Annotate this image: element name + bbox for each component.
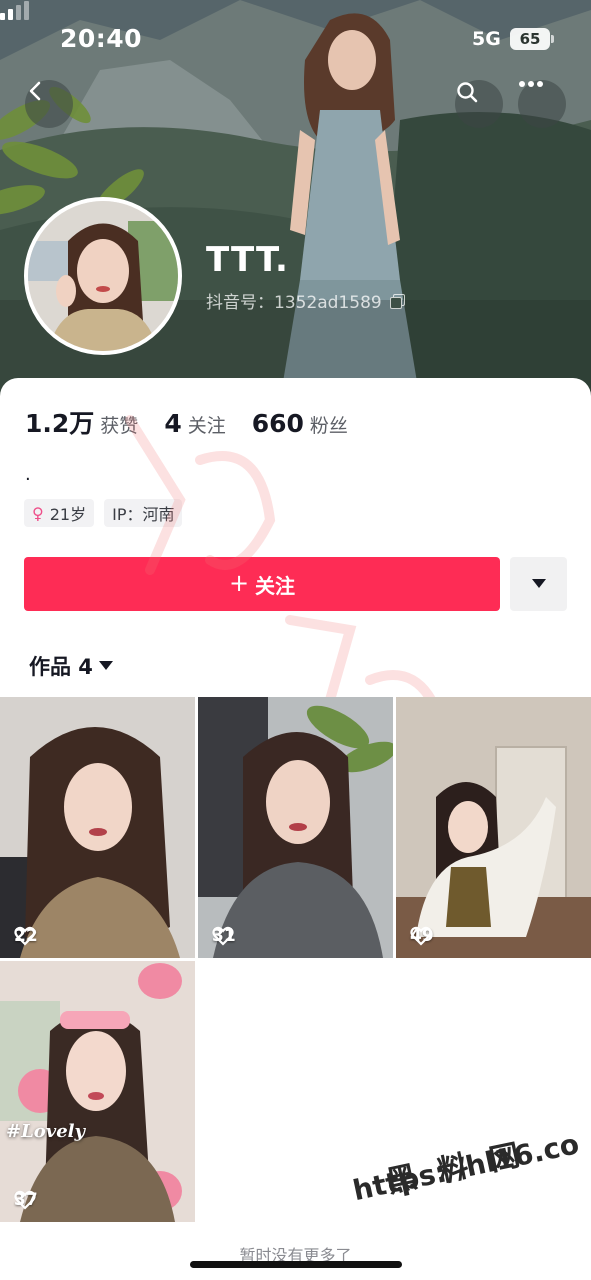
video-tile[interactable]: 49 bbox=[396, 697, 591, 958]
avatar[interactable] bbox=[24, 197, 182, 355]
signal-icon bbox=[0, 1, 29, 20]
battery-icon: 65 bbox=[510, 28, 550, 50]
back-button[interactable] bbox=[25, 80, 73, 128]
profile-stats: 1.2万 获赞 4 关注 660 粉丝 bbox=[25, 404, 374, 440]
status-time: 20:40 bbox=[60, 24, 143, 53]
stat-followers[interactable]: 660 粉丝 bbox=[252, 409, 348, 438]
caret-down-icon bbox=[531, 579, 546, 588]
more-dots-icon bbox=[519, 81, 543, 87]
video-thumbnail bbox=[0, 697, 195, 958]
tab-works-label: 作品 4 bbox=[29, 655, 93, 679]
recommend-dropdown-button[interactable] bbox=[510, 557, 567, 611]
bio-text: . bbox=[25, 464, 31, 485]
avatar-photo bbox=[28, 201, 178, 351]
heart-icon bbox=[410, 926, 432, 946]
status-bar: 20:40 5G 65 bbox=[0, 0, 591, 80]
profile-banner: 20:40 5G 65 TTT. 抖音号：1352ad1589 bbox=[0, 0, 591, 400]
plus-icon: + bbox=[228, 569, 250, 597]
follow-button[interactable]: + 关注 bbox=[24, 557, 500, 611]
likes-count: 49 bbox=[410, 926, 434, 946]
stat-following[interactable]: 4 关注 bbox=[164, 409, 225, 438]
video-thumbnail bbox=[396, 697, 591, 958]
age-tag: ♀ 21岁 bbox=[24, 499, 95, 527]
more-button[interactable] bbox=[518, 80, 566, 128]
chevron-left-icon bbox=[29, 81, 41, 101]
video-thumbnail bbox=[0, 961, 195, 1222]
video-tile[interactable]: 22 bbox=[0, 697, 195, 958]
heart-icon bbox=[212, 926, 234, 946]
heart-icon bbox=[14, 1190, 36, 1210]
profile-tags: ♀ 21岁 IP：河南 bbox=[24, 499, 183, 527]
copy-icon[interactable] bbox=[389, 293, 405, 309]
follow-label: 关注 bbox=[255, 573, 296, 598]
search-icon bbox=[457, 82, 478, 103]
female-icon: ♀ bbox=[32, 503, 44, 523]
likes-count: 37 bbox=[14, 1190, 38, 1210]
battery-cap bbox=[551, 35, 554, 43]
stat-value: 1.2万 bbox=[25, 409, 95, 438]
nickname: TTT. bbox=[206, 240, 289, 280]
tab-works[interactable]: 作品 4 bbox=[29, 651, 113, 681]
ip-text: IP：河南 bbox=[112, 505, 175, 524]
likes-count: 31 bbox=[212, 926, 236, 946]
video-tile[interactable]: #Lovely 37 bbox=[0, 961, 195, 1222]
battery-level: 65 bbox=[519, 30, 541, 48]
stat-value: 4 bbox=[164, 409, 182, 438]
stat-value: 660 bbox=[251, 409, 304, 438]
likes-count: 22 bbox=[14, 926, 38, 946]
age-text: 21岁 bbox=[49, 505, 87, 524]
stat-label: 获赞 bbox=[100, 415, 139, 437]
stat-label: 关注 bbox=[187, 415, 226, 437]
ip-tag: IP：河南 bbox=[104, 499, 183, 527]
home-indicator[interactable] bbox=[190, 1261, 402, 1268]
search-button[interactable] bbox=[455, 80, 503, 128]
video-thumbnail bbox=[198, 697, 393, 958]
network-type: 5G bbox=[472, 28, 501, 50]
douyin-id[interactable]: 抖音号：1352ad1589 bbox=[206, 288, 405, 313]
video-tile[interactable]: 31 bbox=[198, 697, 393, 958]
heart-icon bbox=[14, 926, 36, 946]
stat-label: 粉丝 bbox=[309, 415, 348, 437]
stat-likes[interactable]: 1.2万 获赞 bbox=[25, 404, 138, 440]
caret-down-icon bbox=[98, 661, 113, 670]
video-overlay-text: #Lovely bbox=[6, 1121, 85, 1142]
douyin-id-text: 抖音号：1352ad1589 bbox=[206, 293, 382, 313]
